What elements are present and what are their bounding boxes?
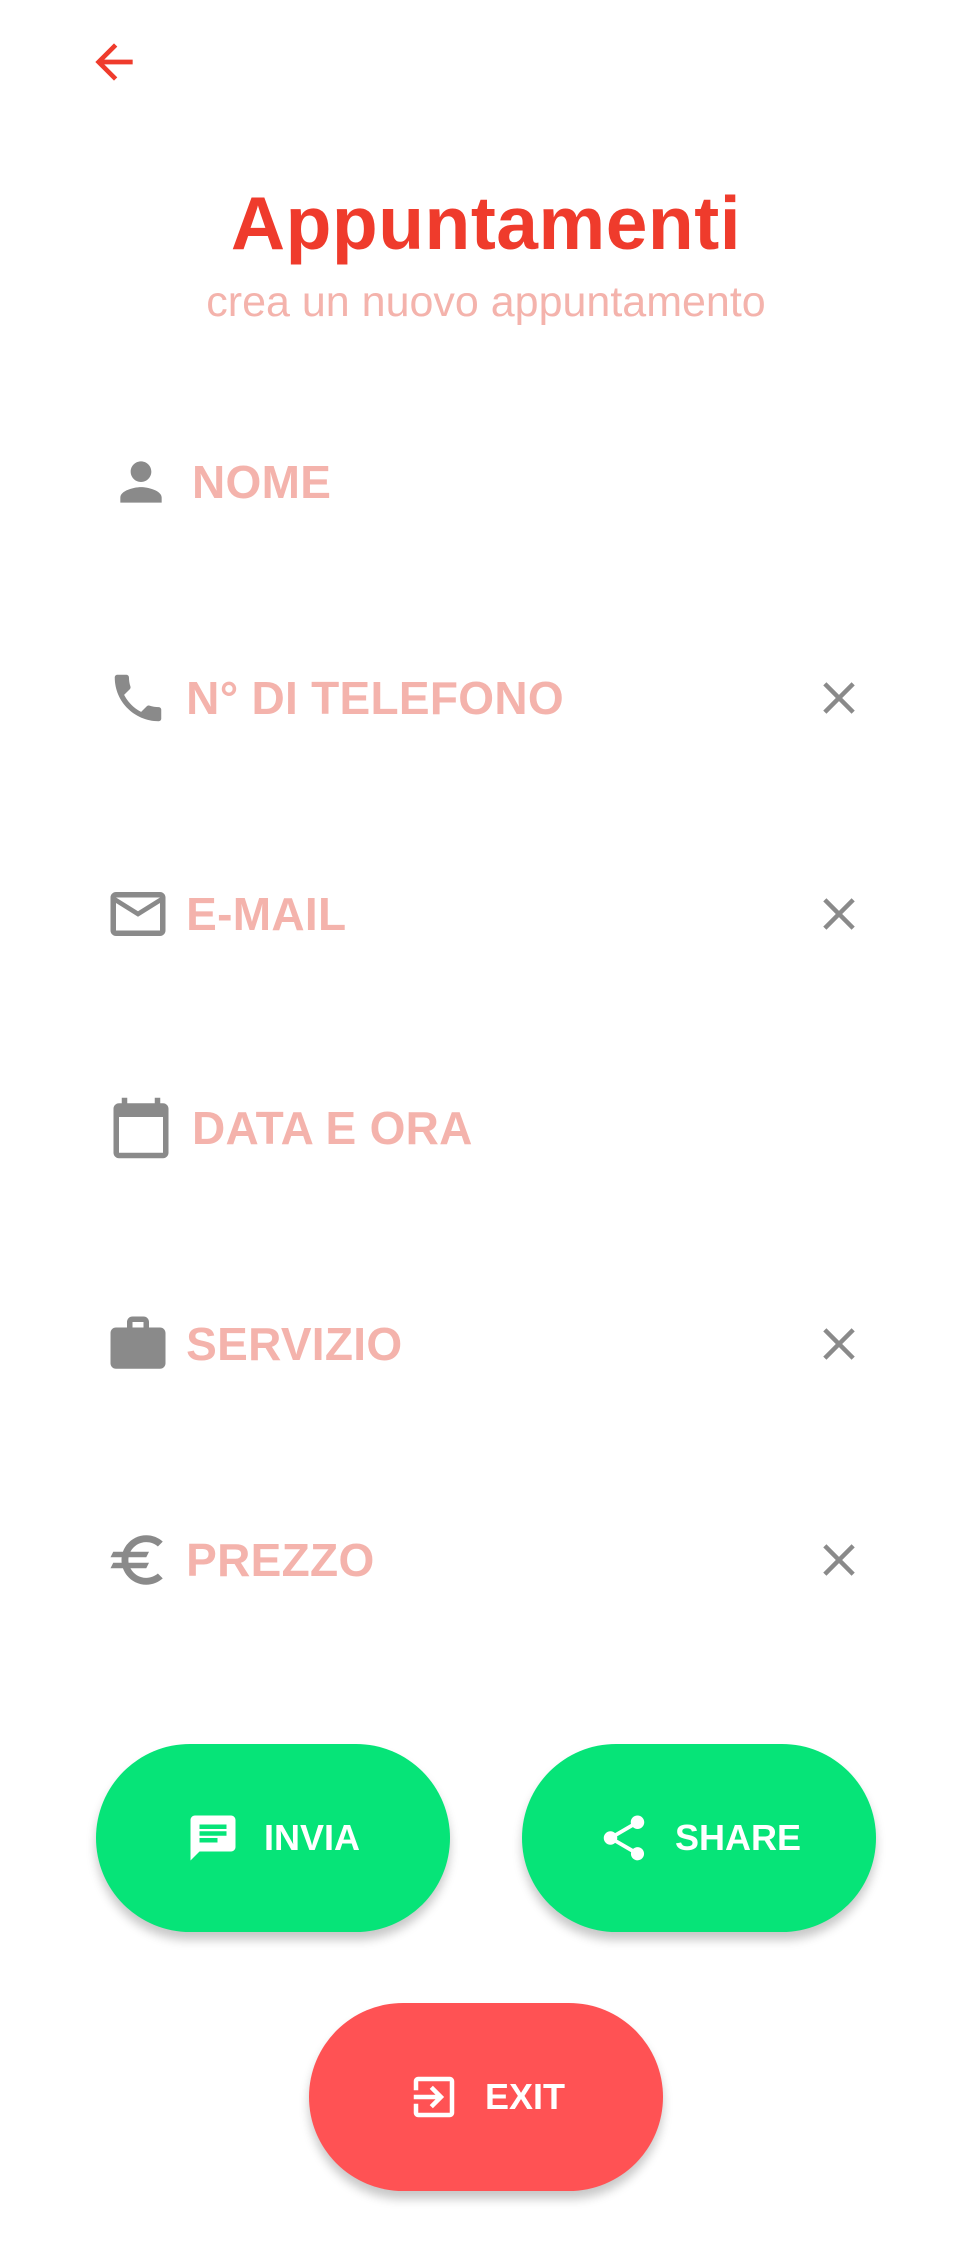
close-icon	[822, 898, 855, 930]
arrow-back-icon	[95, 43, 133, 81]
phone-icon	[96, 653, 180, 743]
euro-icon	[96, 1515, 180, 1605]
calendar-icon	[96, 1083, 186, 1173]
share-button[interactable]: SHARE	[522, 1744, 876, 1932]
price-field	[96, 1500, 876, 1620]
phone-clear-button[interactable]	[801, 658, 876, 738]
close-icon	[822, 1544, 855, 1576]
briefcase-icon	[96, 1299, 180, 1389]
service-field	[96, 1284, 876, 1404]
exit-icon	[407, 2070, 461, 2124]
name-field	[96, 422, 876, 542]
phone-input[interactable]	[186, 671, 802, 725]
message-icon	[186, 1811, 240, 1865]
name-input[interactable]	[192, 455, 876, 509]
page-title: Appuntamenti	[230, 181, 742, 265]
email-field	[96, 854, 876, 974]
phone-field	[96, 638, 876, 758]
send-button-label: INVIA	[263, 1817, 360, 1858]
person-icon	[96, 437, 186, 527]
page-subtitle: crea un nuovo appuntamento	[206, 278, 766, 326]
share-icon	[597, 1811, 651, 1865]
price-clear-button[interactable]	[801, 1520, 876, 1600]
exit-button[interactable]: EXIT	[309, 2003, 663, 2191]
email-input[interactable]	[186, 887, 802, 941]
service-clear-button[interactable]	[801, 1304, 876, 1384]
close-icon	[822, 682, 855, 714]
mail-icon	[96, 869, 180, 959]
back-button[interactable]	[82, 30, 146, 94]
send-button[interactable]: INVIA	[96, 1744, 450, 1932]
service-input[interactable]	[186, 1317, 802, 1371]
close-icon	[822, 1328, 855, 1360]
share-button-label: SHARE	[674, 1817, 802, 1858]
datetime-field	[96, 1068, 876, 1188]
price-input[interactable]	[186, 1533, 802, 1587]
email-clear-button[interactable]	[801, 874, 876, 954]
datetime-input[interactable]	[192, 1101, 876, 1155]
exit-button-label: EXIT	[484, 2076, 565, 2117]
